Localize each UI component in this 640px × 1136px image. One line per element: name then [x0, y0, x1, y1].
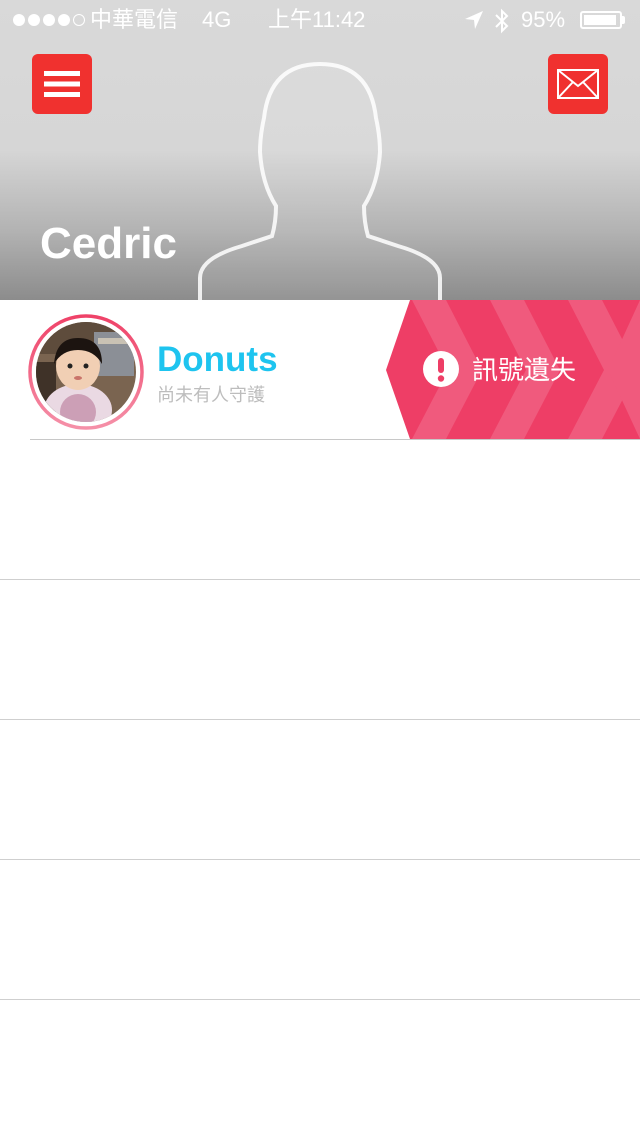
location-arrow-icon [465, 11, 483, 29]
row-divider [0, 999, 640, 1000]
exclamation-circle-icon [423, 351, 459, 387]
profile-silhouette-icon [198, 61, 442, 300]
status-bar: 中華電信 4G 上午11:42 95% [0, 0, 640, 40]
pet-guard-status: 尚未有人守護 [157, 385, 265, 405]
signal-lost-label: 訊號遺失 [472, 355, 577, 385]
battery-percent: 95% [521, 7, 566, 32]
battery-level [584, 15, 616, 25]
hamburger-menu-icon [44, 71, 80, 97]
pet-row[interactable]: Donuts 尚未有人守護 訊號遺失 [0, 300, 640, 440]
user-name: Cedric [40, 219, 177, 268]
pet-name: Donuts [157, 340, 278, 379]
bluetooth-icon [495, 8, 509, 34]
pet-avatar [28, 314, 144, 430]
empty-list-row [0, 580, 640, 720]
menu-button[interactable] [32, 54, 92, 114]
mail-button[interactable] [548, 54, 608, 114]
carrier-label: 中華電信 [90, 7, 179, 32]
battery-tip [622, 16, 625, 24]
empty-list-row [0, 440, 640, 580]
status-time: 上午11:42 [268, 7, 366, 32]
mail-envelope-icon [557, 69, 599, 99]
empty-list-row [0, 860, 640, 1000]
profile-header: 中華電信 4G 上午11:42 95% Cedric [0, 0, 640, 300]
pet-list: Donuts 尚未有人守護 訊號遺失 [0, 300, 640, 1000]
network-type: 4G [202, 7, 232, 32]
signal-strength-icon [13, 14, 85, 26]
empty-list-row [0, 720, 640, 860]
battery-icon [580, 11, 622, 29]
